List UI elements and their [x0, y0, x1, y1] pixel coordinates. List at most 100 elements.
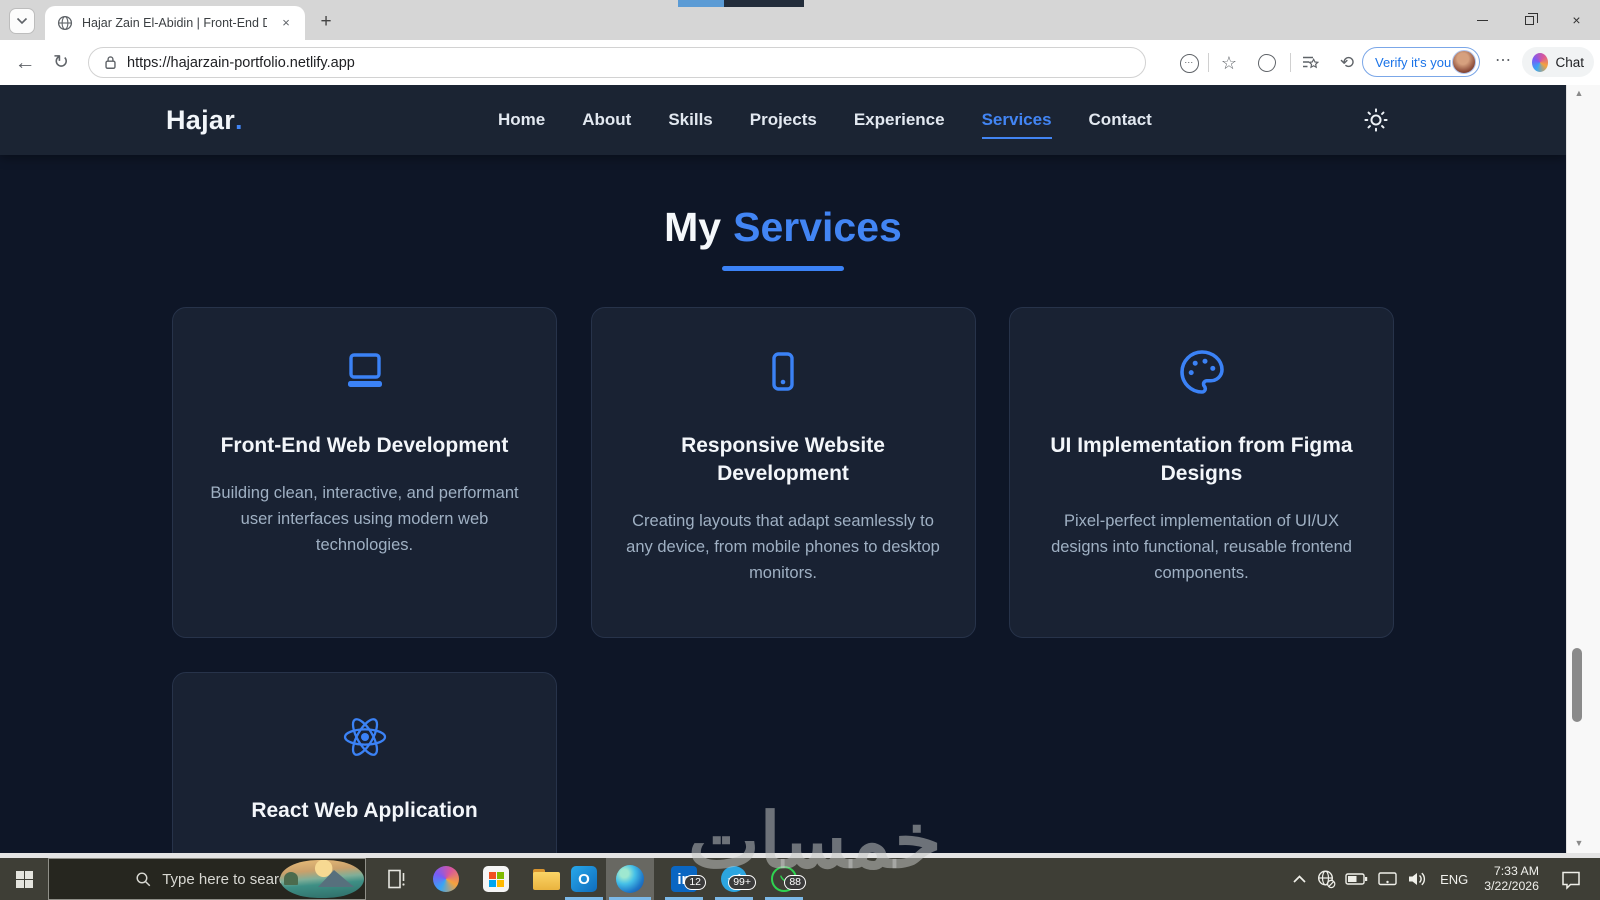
nav-link-services[interactable]: Services — [981, 110, 1052, 140]
scroll-up-arrow-icon[interactable]: ▲ — [1567, 88, 1591, 98]
settings-and-more-button[interactable]: ⋯ — [1492, 52, 1514, 74]
scroll-down-arrow-icon[interactable]: ▼ — [1567, 838, 1591, 848]
nav-link-contact[interactable]: Contact — [1089, 110, 1152, 130]
file-explorer-icon — [532, 868, 560, 890]
telegram-notification-badge: 99+ — [728, 875, 756, 890]
edge-icon — [616, 865, 644, 893]
back-button[interactable]: ← — [10, 40, 40, 85]
nav-link-projects[interactable]: Projects — [750, 110, 817, 130]
verify-its-you-button[interactable]: Verify it's you — [1362, 47, 1480, 77]
ellipsis-circle-icon: ⋯ — [1179, 53, 1199, 73]
page-scrollbar[interactable]: ▲ ▼ — [1566, 85, 1600, 853]
toolbar-divider — [1290, 53, 1291, 72]
edge-button[interactable] — [606, 858, 654, 900]
chat-label: Chat — [1555, 54, 1584, 70]
service-card-react[interactable]: React Web Application — [172, 672, 557, 853]
service-card-frontend[interactable]: Front-End Web Development Building clean… — [172, 307, 557, 638]
cast-status-button[interactable] — [1377, 869, 1398, 889]
service-cards-grid: Front-End Web Development Building clean… — [172, 307, 1394, 853]
start-button[interactable] — [0, 858, 48, 900]
service-card-responsive[interactable]: Responsive Website Development Creating … — [590, 307, 976, 638]
heading-highlight: Services — [733, 204, 902, 250]
url-text: https://hajarzain-portfolio.netlify.app — [127, 54, 355, 71]
browser-essentials-button[interactable] — [1256, 52, 1278, 74]
history-button[interactable]: ⟲ — [1336, 52, 1358, 74]
logo-dot: . — [235, 104, 243, 135]
globe-favicon-icon — [57, 15, 73, 31]
screen-share-indicator-dark — [724, 0, 804, 7]
lock-icon — [105, 56, 116, 69]
search-placeholder: Type here to search — [162, 870, 295, 888]
tab-search-button[interactable] — [9, 8, 35, 34]
heading-underline — [722, 266, 844, 271]
task-view-icon — [388, 869, 405, 889]
palette-icon — [1179, 350, 1224, 394]
network-status-button[interactable] — [1316, 869, 1336, 889]
favorites-bar-button[interactable] — [1300, 52, 1322, 74]
browser-essentials-icon — [1258, 54, 1276, 72]
theme-toggle-button[interactable] — [1362, 106, 1390, 134]
scrollbar-thumb[interactable] — [1572, 648, 1582, 722]
card-title: Responsive Website Development — [681, 434, 885, 485]
card-description: Building clean, interactive, and perform… — [210, 484, 519, 554]
tray-expand-button[interactable] — [1292, 874, 1307, 884]
react-icon — [343, 718, 386, 756]
copilot-chat-button[interactable]: Chat — [1522, 47, 1594, 77]
browser-toolbar: ← ↻ https://hajarzain-portfolio.netlify.… — [0, 40, 1600, 85]
linkedin-notification-badge: 12 — [684, 875, 706, 890]
logo-text: Hajar — [166, 104, 236, 135]
webpage-viewport: Hajar. Home About Skills Projects Experi… — [0, 85, 1566, 853]
sun-icon — [1364, 108, 1388, 132]
chevron-up-icon — [1293, 875, 1306, 883]
nav-link-home[interactable]: Home — [498, 110, 545, 130]
task-view-button[interactable] — [374, 858, 418, 900]
taskbar-search-input[interactable]: Type here to search — [48, 858, 366, 900]
nav-link-skills[interactable]: Skills — [668, 110, 712, 130]
whatsapp-button[interactable]: 88 — [762, 858, 806, 900]
extensions-menu-button[interactable]: ⋯ — [1178, 52, 1200, 74]
screen-share-indicator — [678, 0, 724, 7]
laptop-icon — [347, 353, 382, 387]
action-center-button[interactable] — [1552, 869, 1590, 890]
card-title: React Web Application — [251, 799, 478, 822]
windows-logo-icon — [15, 870, 33, 888]
battery-icon — [1345, 873, 1368, 885]
site-navbar: Hajar. Home About Skills Projects Experi… — [0, 85, 1566, 155]
search-highlights-image[interactable] — [280, 860, 364, 898]
service-card-ui-implementation[interactable]: UI Implementation from Figma Designs Pix… — [1009, 307, 1394, 638]
site-logo[interactable]: Hajar. — [166, 85, 243, 155]
taskbar-copilot-button[interactable] — [424, 858, 468, 900]
clock[interactable]: 7:33 AM 3/22/2026 — [1480, 864, 1543, 894]
chevron-down-icon — [16, 17, 28, 25]
verify-label: Verify it's you — [1375, 54, 1452, 70]
language-indicator[interactable]: ENG — [1437, 872, 1471, 887]
tab-close-icon[interactable]: × — [277, 14, 295, 32]
toolbar-divider — [1208, 53, 1209, 72]
refresh-button[interactable]: ↻ — [46, 40, 76, 85]
favorite-this-page-button[interactable]: ☆ — [1218, 52, 1240, 74]
window-close-button[interactable]: × — [1553, 0, 1600, 40]
minimize-icon — [1477, 19, 1488, 21]
new-tab-button[interactable]: + — [313, 9, 339, 35]
smartphone-icon — [772, 352, 794, 391]
volume-button[interactable] — [1407, 870, 1428, 888]
microsoft-store-icon — [483, 866, 509, 892]
outlook-button[interactable]: O — [562, 858, 606, 900]
battery-status-button[interactable] — [1345, 869, 1368, 889]
linkedin-button[interactable]: in 12 — [662, 858, 706, 900]
clock-date: 3/22/2026 — [1484, 879, 1539, 893]
window-restore-button[interactable] — [1506, 0, 1553, 40]
restore-icon — [1525, 12, 1538, 25]
window-minimize-button[interactable] — [1459, 0, 1506, 40]
copilot-icon — [433, 866, 459, 892]
address-bar[interactable]: https://hajarzain-portfolio.netlify.app — [88, 47, 1146, 78]
site-nav-links: Home About Skills Projects Experience Se… — [498, 85, 1152, 155]
search-icon — [136, 871, 151, 886]
telegram-button[interactable]: 99+ — [712, 858, 756, 900]
nav-link-experience[interactable]: Experience — [854, 110, 945, 130]
page-title: My Services — [0, 203, 1566, 251]
browser-tab[interactable]: Hajar Zain El-Abidin | Front-End D × — [45, 6, 305, 40]
microsoft-store-button[interactable] — [474, 858, 518, 900]
profile-avatar — [1452, 50, 1476, 74]
nav-link-about[interactable]: About — [582, 110, 631, 130]
